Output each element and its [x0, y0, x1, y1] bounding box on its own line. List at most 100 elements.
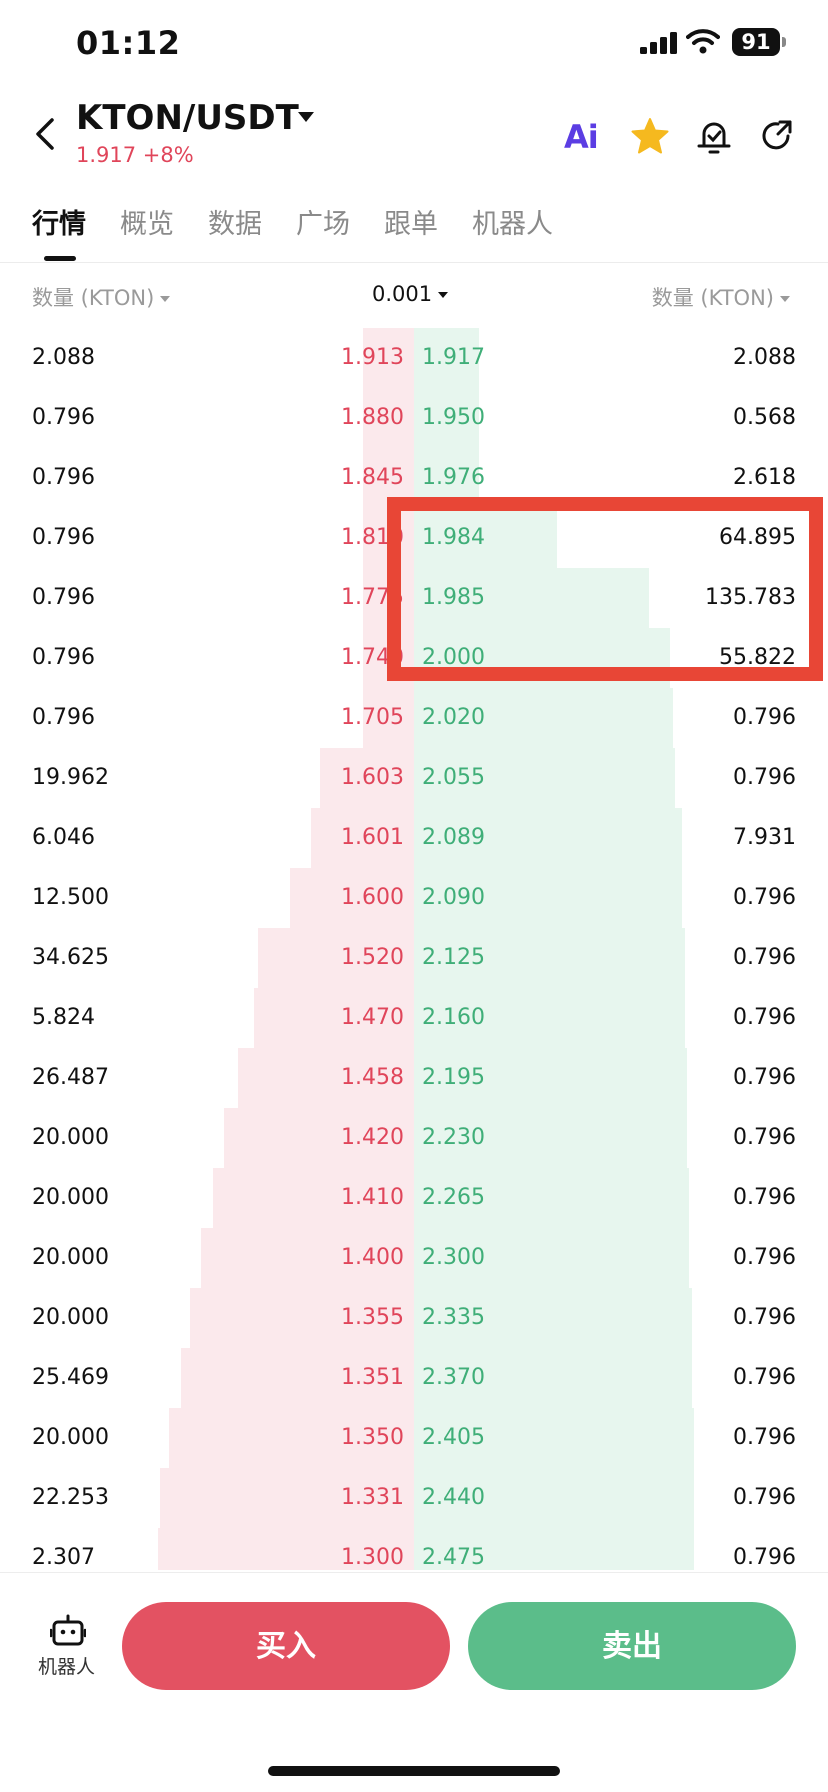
- buy-button[interactable]: 买入: [122, 1602, 450, 1690]
- bid-quantity[interactable]: 2.307: [32, 1543, 95, 1570]
- bid-quantity[interactable]: 2.088: [32, 343, 95, 373]
- star-icon[interactable]: [630, 116, 670, 156]
- bid-quantity[interactable]: 0.796: [32, 403, 95, 433]
- ask-quantity[interactable]: 0.796: [733, 1003, 796, 1033]
- ask-price[interactable]: 1.917: [422, 343, 485, 373]
- bid-quantity[interactable]: 0.796: [32, 523, 95, 553]
- ask-quantity[interactable]: 0.796: [733, 943, 796, 973]
- ask-price[interactable]: 2.335: [422, 1303, 485, 1333]
- ask-price[interactable]: 2.089: [422, 823, 485, 853]
- ask-quantity[interactable]: 0.796: [733, 1423, 796, 1453]
- tab-copy-trading[interactable]: 跟单: [384, 202, 438, 241]
- bid-price[interactable]: 1.913: [341, 343, 404, 373]
- bid-quantity[interactable]: 0.796: [32, 643, 95, 673]
- ask-price[interactable]: 2.160: [422, 1003, 485, 1033]
- bid-price[interactable]: 1.601: [341, 823, 404, 853]
- bid-quantity[interactable]: 26.487: [32, 1063, 109, 1093]
- ask-price[interactable]: 2.020: [422, 703, 485, 733]
- bid-price[interactable]: 1.355: [341, 1303, 404, 1333]
- bid-price[interactable]: 1.880: [341, 403, 404, 433]
- ask-quantity[interactable]: 0.796: [733, 1063, 796, 1093]
- bid-price[interactable]: 1.420: [341, 1123, 404, 1153]
- tab-square[interactable]: 广场: [296, 202, 350, 241]
- ask-quantity[interactable]: 0.796: [733, 883, 796, 913]
- ask-price[interactable]: 2.300: [422, 1243, 485, 1273]
- bid-quantity[interactable]: 19.962: [32, 763, 109, 793]
- ai-icon[interactable]: Ai: [564, 118, 599, 156]
- bid-quantity[interactable]: 20.000: [32, 1243, 109, 1273]
- bid-qty-header[interactable]: 数量 (KTON): [32, 282, 171, 312]
- ask-quantity[interactable]: 2.088: [733, 343, 796, 373]
- ask-price[interactable]: 2.475: [422, 1543, 485, 1570]
- bid-quantity[interactable]: 22.253: [32, 1483, 109, 1513]
- bid-quantity[interactable]: 20.000: [32, 1303, 109, 1333]
- pair-title[interactable]: KTON/USDT: [76, 98, 299, 138]
- ask-price[interactable]: 1.950: [422, 403, 485, 433]
- price-alert-icon[interactable]: [694, 116, 734, 158]
- ask-quantity[interactable]: 0.796: [733, 703, 796, 733]
- bid-price[interactable]: 1.350: [341, 1423, 404, 1453]
- ask-price[interactable]: 1.976: [422, 463, 485, 493]
- ask-quantity[interactable]: 0.796: [733, 1243, 796, 1273]
- sell-button[interactable]: 卖出: [468, 1602, 796, 1690]
- footer-divider: [0, 1572, 828, 1573]
- bid-quantity[interactable]: 20.000: [32, 1123, 109, 1153]
- ask-quantity[interactable]: 0.796: [733, 763, 796, 793]
- pair-dropdown-icon[interactable]: [298, 112, 314, 122]
- wifi-icon: [686, 29, 720, 54]
- bid-price[interactable]: 1.470: [341, 1003, 404, 1033]
- ask-price[interactable]: 2.125: [422, 943, 485, 973]
- robot-icon[interactable]: [50, 1614, 86, 1646]
- ask-quantity[interactable]: 0.796: [733, 1363, 796, 1393]
- ask-quantity[interactable]: 7.931: [733, 823, 796, 853]
- ask-quantity[interactable]: 0.796: [733, 1123, 796, 1153]
- robot-label[interactable]: 机器人: [38, 1652, 95, 1679]
- bid-quantity[interactable]: 20.000: [32, 1183, 109, 1213]
- ask-quantity[interactable]: 0.796: [733, 1543, 796, 1570]
- bid-quantity[interactable]: 5.824: [32, 1003, 95, 1033]
- ask-quantity[interactable]: 0.568: [733, 403, 796, 433]
- precision-select[interactable]: 0.001: [372, 282, 449, 306]
- bid-quantity[interactable]: 20.000: [32, 1423, 109, 1453]
- ask-qty-header-label: 数量 (KTON): [651, 286, 774, 310]
- tab-bots[interactable]: 机器人: [472, 202, 553, 241]
- ask-price[interactable]: 2.440: [422, 1483, 485, 1513]
- bid-price[interactable]: 1.410: [341, 1183, 404, 1213]
- tab-overview[interactable]: 概览: [120, 202, 174, 241]
- bid-quantity[interactable]: 12.500: [32, 883, 109, 913]
- share-icon[interactable]: [758, 118, 794, 154]
- bid-price[interactable]: 1.520: [341, 943, 404, 973]
- back-icon[interactable]: [28, 116, 64, 152]
- bid-price[interactable]: 1.705: [341, 703, 404, 733]
- ask-price[interactable]: 2.090: [422, 883, 485, 913]
- bid-price[interactable]: 1.603: [341, 763, 404, 793]
- bid-price[interactable]: 1.400: [341, 1243, 404, 1273]
- active-tab-indicator: [44, 256, 76, 261]
- ask-price[interactable]: 2.265: [422, 1183, 485, 1213]
- ask-price[interactable]: 2.230: [422, 1123, 485, 1153]
- bid-price[interactable]: 1.351: [341, 1363, 404, 1393]
- bid-quantity[interactable]: 0.796: [32, 463, 95, 493]
- bid-price[interactable]: 1.331: [341, 1483, 404, 1513]
- bid-price[interactable]: 1.300: [341, 1543, 404, 1570]
- bid-price[interactable]: 1.600: [341, 883, 404, 913]
- ask-quantity[interactable]: 0.796: [733, 1183, 796, 1213]
- ask-price[interactable]: 2.370: [422, 1363, 485, 1393]
- ask-quantity[interactable]: 2.618: [733, 463, 796, 493]
- bid-quantity[interactable]: 6.046: [32, 823, 95, 853]
- tab-market[interactable]: 行情: [32, 202, 86, 241]
- ask-price[interactable]: 2.055: [422, 763, 485, 793]
- bid-quantity[interactable]: 0.796: [32, 703, 95, 733]
- bid-price[interactable]: 1.458: [341, 1063, 404, 1093]
- tab-data[interactable]: 数据: [208, 202, 262, 241]
- bid-quantity[interactable]: 0.796: [32, 583, 95, 613]
- ask-price[interactable]: 2.405: [422, 1423, 485, 1453]
- ask-price[interactable]: 2.195: [422, 1063, 485, 1093]
- ask-quantity[interactable]: 0.796: [733, 1303, 796, 1333]
- ask-qty-header[interactable]: 数量 (KTON): [652, 282, 790, 312]
- caret-down-icon: [438, 292, 449, 298]
- bid-price[interactable]: 1.845: [341, 463, 404, 493]
- bid-quantity[interactable]: 25.469: [32, 1363, 109, 1393]
- bid-quantity[interactable]: 34.625: [32, 943, 109, 973]
- ask-quantity[interactable]: 0.796: [733, 1483, 796, 1513]
